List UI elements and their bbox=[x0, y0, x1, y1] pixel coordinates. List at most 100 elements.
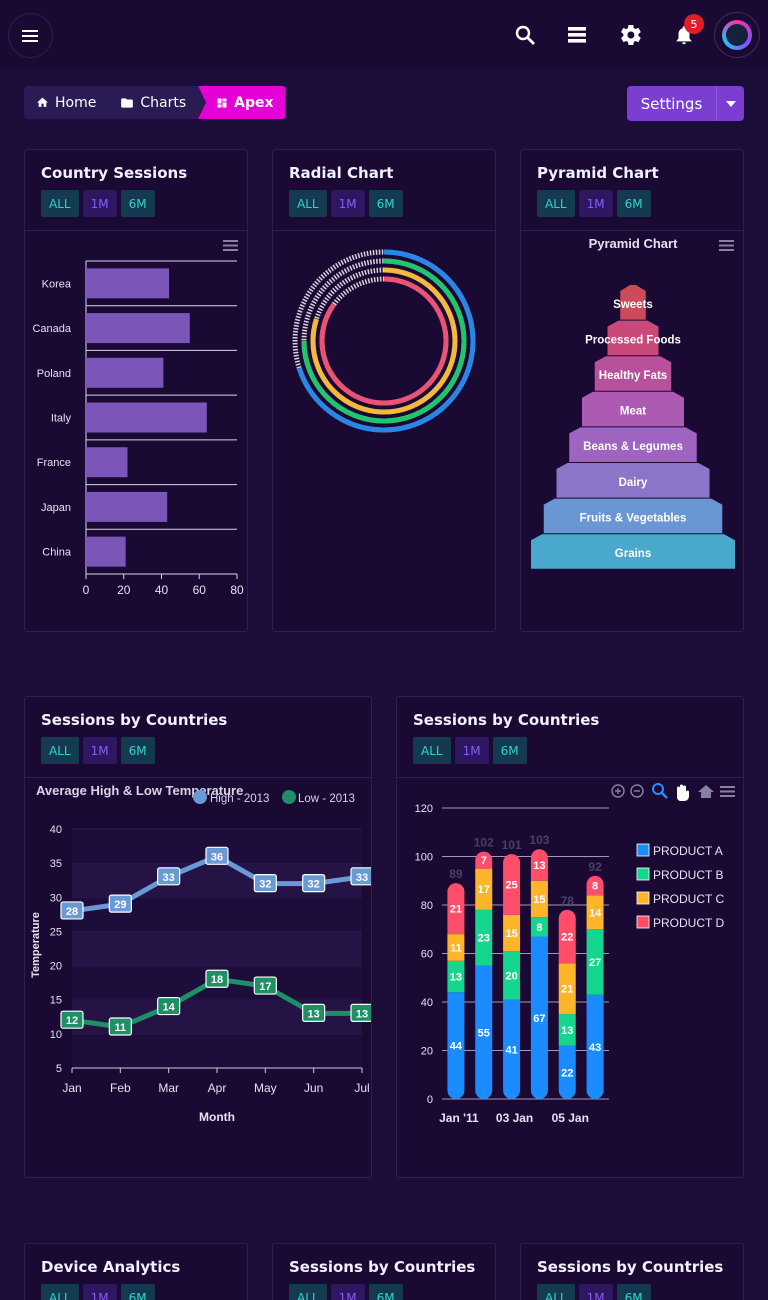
chart-menu-icon[interactable] bbox=[719, 240, 734, 251]
filter-all-button[interactable]: ALL bbox=[537, 1284, 575, 1300]
chart-toolbar bbox=[611, 783, 714, 802]
search-icon bbox=[515, 25, 535, 45]
hamburger-menu-button[interactable] bbox=[8, 13, 53, 58]
segment-value-label: 67 bbox=[533, 1013, 545, 1025]
chart-menu-icon[interactable] bbox=[720, 786, 735, 797]
breadcrumb-charts[interactable]: Charts bbox=[108, 86, 198, 119]
segment-label: Grains bbox=[615, 548, 651, 560]
list-icon bbox=[568, 27, 586, 43]
y-tick-label: 100 bbox=[415, 852, 433, 864]
filter-all-button[interactable]: ALL bbox=[289, 1284, 327, 1300]
bar bbox=[86, 402, 207, 433]
x-tick-label: Jun bbox=[304, 1081, 323, 1095]
data-label-text: 33 bbox=[163, 872, 175, 884]
filter-6m-button[interactable]: 6M bbox=[120, 1284, 155, 1300]
legend-marker bbox=[636, 867, 650, 881]
segment-value-label: 27 bbox=[589, 957, 601, 969]
legend-marker bbox=[636, 915, 650, 929]
filter-all-button[interactable]: ALL bbox=[41, 1284, 79, 1300]
data-label: 33 bbox=[157, 867, 181, 886]
legend-label: PRODUCT D bbox=[653, 916, 724, 930]
filter-group: ALL 1M 6M bbox=[289, 1284, 403, 1300]
x-tick-label: 03 Jan bbox=[496, 1111, 533, 1125]
total-label: 101 bbox=[502, 838, 522, 852]
filter-6m-button[interactable]: 6M bbox=[368, 1284, 403, 1300]
settings-dropdown-toggle[interactable] bbox=[716, 86, 744, 121]
y-tick-label: 20 bbox=[50, 961, 62, 973]
data-label-text: 36 bbox=[211, 851, 223, 863]
card-title: Sessions by Countries bbox=[289, 1258, 476, 1276]
x-tick-label: 05 Jan bbox=[552, 1111, 589, 1125]
data-label-text: 29 bbox=[114, 899, 126, 911]
folder-icon bbox=[121, 97, 134, 108]
data-label-text: 14 bbox=[163, 1002, 176, 1014]
x-tick-label: Mar bbox=[158, 1081, 179, 1095]
zoom-out-icon[interactable] bbox=[630, 784, 644, 798]
total-label: 92 bbox=[588, 860, 602, 874]
legend-label-low: Low - 2013 bbox=[298, 793, 355, 805]
chart-menu-icon[interactable] bbox=[223, 240, 238, 251]
filter-1m-button[interactable]: 1M bbox=[578, 1284, 613, 1300]
breadcrumb-apex[interactable]: Apex bbox=[198, 86, 286, 119]
breadcrumb-home[interactable]: Home bbox=[24, 86, 108, 119]
segment-value-label: 15 bbox=[533, 894, 545, 906]
search-button[interactable] bbox=[512, 22, 538, 48]
category-label: Canada bbox=[32, 323, 71, 335]
legend-label: PRODUCT A bbox=[653, 844, 723, 858]
home-shape bbox=[698, 785, 714, 798]
grid-band bbox=[72, 931, 362, 966]
category-label: Japan bbox=[41, 502, 71, 514]
data-label-text: 13 bbox=[308, 1008, 320, 1020]
bar bbox=[86, 313, 190, 344]
card-sessions-by-countries-2: Sessions by Countries ALL 1M 6M bbox=[272, 1243, 496, 1300]
legend-marker-low bbox=[282, 790, 296, 804]
segment-value-label: 8 bbox=[536, 922, 542, 934]
category-label: Poland bbox=[37, 368, 71, 380]
segment-value-label: 21 bbox=[561, 984, 573, 996]
filter-1m-button[interactable]: 1M bbox=[82, 1284, 117, 1300]
breadcrumb: Home Charts Apex bbox=[24, 86, 286, 119]
card-device-analytics: Device Analytics ALL 1M 6M bbox=[24, 1243, 248, 1300]
y-tick-label: 35 bbox=[50, 858, 62, 870]
zoom-select-icon[interactable] bbox=[652, 783, 668, 799]
filter-group: ALL 1M 6M bbox=[537, 1284, 651, 1300]
menu-line bbox=[720, 786, 735, 788]
settings-gear-button[interactable] bbox=[618, 22, 644, 48]
menu-line bbox=[223, 244, 238, 247]
menu-line bbox=[719, 240, 734, 242]
card-radial-chart: Radial Chart ALL 1M 6M bbox=[272, 149, 496, 632]
y-tick-label: 30 bbox=[50, 892, 62, 904]
zoom-in-plus bbox=[615, 788, 621, 794]
card-sessions-by-countries-line: Sessions by Countries ALL 1M 6M Average … bbox=[24, 696, 372, 1178]
data-label-text: 28 bbox=[66, 906, 78, 918]
reset-home-icon[interactable] bbox=[698, 785, 714, 798]
grid-band bbox=[72, 1033, 362, 1068]
data-label-text: 18 bbox=[211, 974, 223, 986]
zoom-in-icon[interactable] bbox=[611, 784, 625, 798]
segment-value-label: 7 bbox=[481, 855, 487, 867]
tick-label: 40 bbox=[155, 583, 169, 597]
data-label: 18 bbox=[205, 969, 229, 988]
segment-label: Beans & Legumes bbox=[583, 441, 683, 453]
card-title: Device Analytics bbox=[41, 1258, 181, 1276]
category-label: China bbox=[42, 547, 72, 559]
data-label: 32 bbox=[253, 874, 277, 893]
total-label: 89 bbox=[449, 867, 463, 881]
notification-count-badge: 5 bbox=[684, 14, 704, 34]
legend-label: PRODUCT C bbox=[653, 892, 724, 906]
breadcrumb-home-label: Home bbox=[55, 94, 97, 111]
filter-1m-button[interactable]: 1M bbox=[330, 1284, 365, 1300]
pan-hand-icon[interactable] bbox=[677, 784, 689, 802]
x-axis-title: Month bbox=[199, 1110, 235, 1124]
avatar[interactable] bbox=[714, 12, 760, 58]
list-button[interactable] bbox=[565, 22, 591, 48]
card-country-sessions: Country Sessions ALL 1M 6M Korea Canada Po… bbox=[24, 149, 248, 632]
y-tick-label: 120 bbox=[415, 803, 433, 815]
data-label-text: 32 bbox=[259, 879, 271, 891]
segment-value-label: 22 bbox=[561, 932, 573, 944]
settings-button[interactable]: Settings bbox=[627, 86, 744, 121]
card-sessions-by-countries-3: Sessions by Countries ALL 1M 6M bbox=[520, 1243, 744, 1300]
filter-6m-button[interactable]: 6M bbox=[616, 1284, 651, 1300]
segment-value-label: 41 bbox=[505, 1044, 517, 1056]
settings-button-label: Settings bbox=[640, 94, 703, 113]
